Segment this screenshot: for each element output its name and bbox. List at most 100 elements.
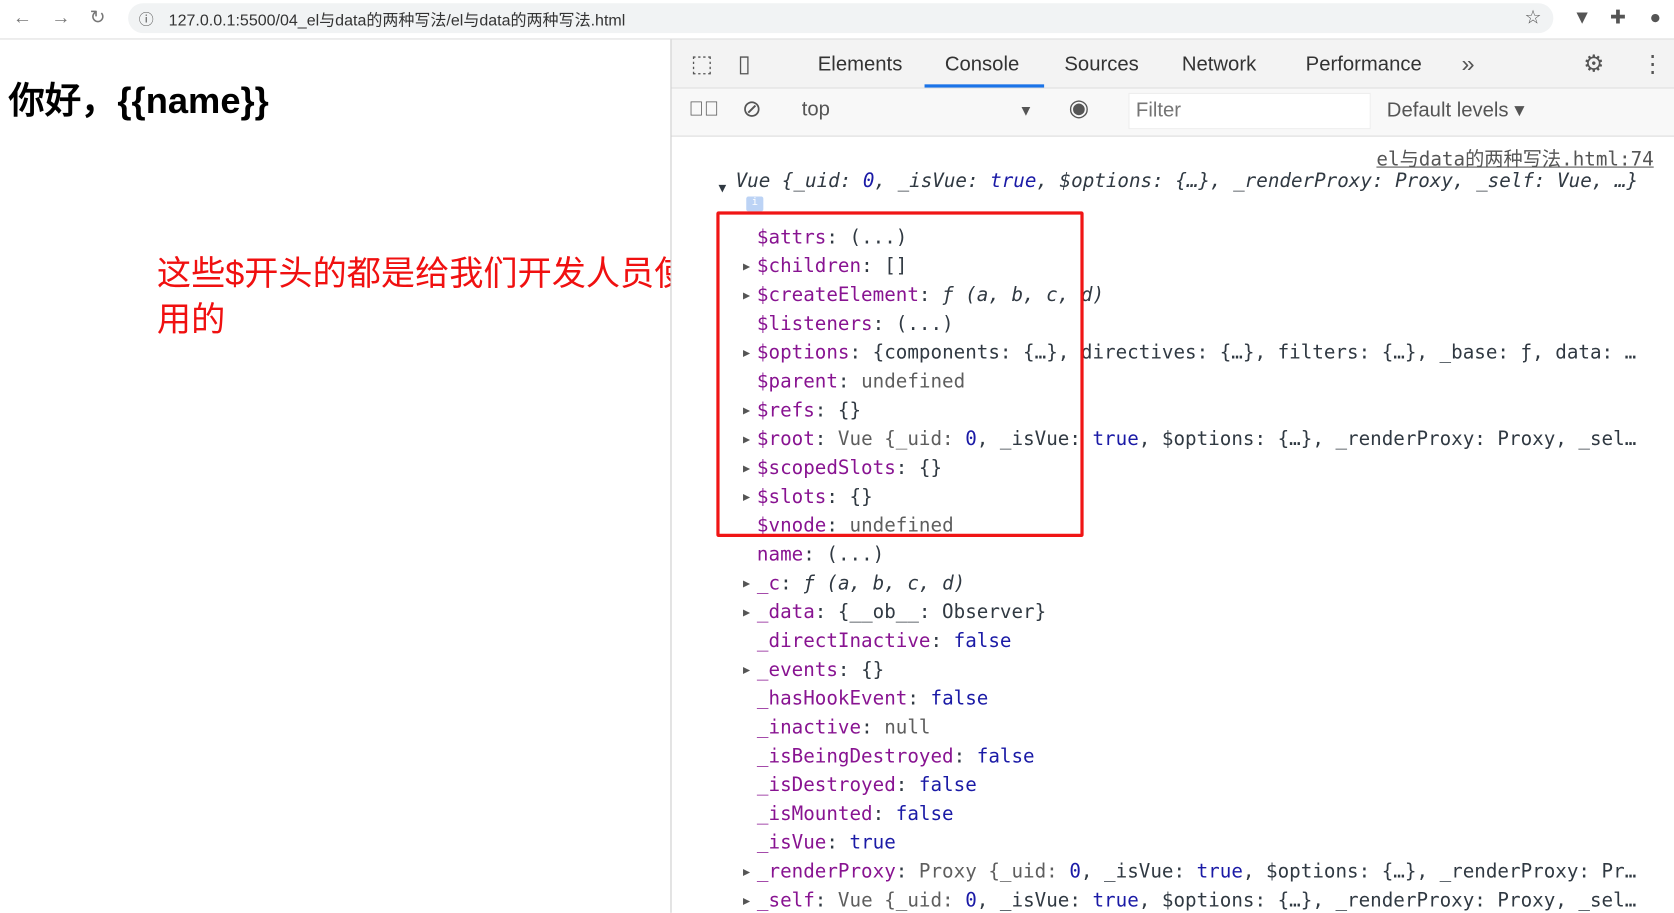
property-key: _data [756,601,815,624]
property-key: _renderProxy [756,860,896,883]
value-part: false [895,802,954,826]
value-part: Vue {_uid: [735,169,863,193]
device-toggle-icon[interactable]: ▯ [738,50,751,78]
sidebar-toggle-icon[interactable]: ▶⃞ [689,98,719,121]
separator: : [895,774,919,797]
forward-icon[interactable]: → [51,6,70,28]
info-icon[interactable]: ⓘ [139,9,154,30]
value-part: true [990,169,1037,193]
expand-triangle-icon[interactable]: ▶ [743,656,750,685]
url-field[interactable]: ⓘ 127.0.0.1:5500/04_el与data的两种写法/el与data… [128,3,1554,34]
value-part: , _isVue: [874,169,991,193]
value-part: , $options: {…}, _renderProxy: Proxy, _s… [1138,428,1637,451]
tab-performance[interactable]: Performance [1306,53,1422,76]
property-row[interactable]: ▶ _self: Vue {_uid: 0, _isVue: true, $opt… [743,886,1637,913]
context-dropdown-icon[interactable]: ▼ [1018,101,1033,118]
separator: : [953,745,977,768]
property-key: _isMounted [756,802,873,826]
expand-triangle-icon[interactable]: ▶ [743,857,750,886]
separator: : [814,889,838,912]
property-row[interactable]: ▶ _renderProxy: Proxy {_uid: 0, _isVue: t… [743,857,1637,886]
expand-triangle-icon[interactable]: ▶ [743,886,750,913]
property-row[interactable]: _inactive: null [757,713,931,742]
separator: : [803,543,827,566]
vue-object-summary[interactable]: ▼ Vue {_uid: 0, _isVue: true, $options: {… [718,169,1639,196]
clear-console-icon[interactable]: ⊘ [742,95,762,123]
property-row[interactable]: _isVue: true [757,828,896,857]
address-bar-area: ← → ↻ ⓘ 127.0.0.1:5500/04_el与data的两种写法/e… [0,0,1674,40]
value-part: false [918,774,977,797]
property-row[interactable]: ▶ _events: {} [743,656,885,685]
separator: : [872,802,896,826]
source-link[interactable]: el与data的两种写法.html:74 [1376,144,1653,172]
info-badge-icon: i [746,196,764,212]
value-part: false [953,629,1012,653]
value-part: 0 [965,889,977,912]
value-part: Vue {_uid: [837,889,966,912]
value-part: false [930,687,989,710]
value-part: null [884,716,931,739]
settings-gear-icon[interactable]: ⚙ [1583,50,1604,78]
highlight-box [716,211,1084,538]
property-row[interactable]: _directInactive: false [757,627,1012,656]
context-select[interactable]: top [802,98,830,121]
value-part: true [1196,860,1243,883]
property-key: _self [756,889,815,912]
bookmark-star-icon[interactable]: ☆ [1525,6,1542,28]
value-part: , _isVue: [976,889,1093,912]
filter-input[interactable] [1128,92,1371,130]
back-icon[interactable]: ← [13,6,32,28]
value-part: , _isVue: [1080,860,1197,883]
vue-extension-icon[interactable]: ▼ [1573,6,1592,28]
property-row[interactable]: _isDestroyed: false [757,771,977,800]
property-key: _isDestroyed [756,774,896,797]
property-row[interactable]: ▶ _c: ƒ (a, b, c, d) [743,569,965,598]
property-row[interactable]: name: (...) [757,540,884,569]
separator: : [895,860,919,883]
separator: : [826,831,850,855]
property-row[interactable]: _hasHookEvent: false [757,684,988,713]
value-part: (...) [826,543,885,566]
log-levels-dropdown[interactable]: Default levels ▾ [1387,98,1525,123]
value-part: , $options: {…}, _renderProxy: Pr… [1242,860,1637,883]
url-text[interactable]: 127.0.0.1:5500/04_el与data的两种写法/el与data的两… [169,9,626,31]
property-row[interactable]: _isMounted: false [757,800,954,829]
tab-elements[interactable]: Elements [818,53,903,76]
expand-triangle-icon[interactable]: ▶ [743,569,750,598]
value-part: {__ob__: Observer} [837,601,1047,624]
separator: : [814,601,838,624]
property-key: _hasHookEvent [756,687,908,710]
value-part: , $options: {…}, _renderProxy: Proxy, _s… [1036,169,1639,193]
separator: : [861,716,885,739]
property-key: name [756,543,804,566]
active-tab-indicator [924,84,1045,88]
annotation-text: 这些$开头的都是给我们开发人员使用的 [156,254,689,339]
property-row[interactable]: _isBeingDestroyed: false [757,742,1035,771]
reload-icon[interactable]: ↻ [90,6,106,28]
value-part: Proxy {_uid: [918,860,1070,883]
property-key: _isVue [756,831,827,855]
value-part: true [1092,428,1139,451]
value-part: {} [861,658,885,682]
property-key: _directInactive [756,629,931,653]
more-menu-icon[interactable]: ⋮ [1641,50,1664,78]
tab-sources[interactable]: Sources [1064,53,1138,76]
tab-network[interactable]: Network [1182,53,1256,76]
profile-icon[interactable]: ● [1649,6,1661,28]
property-row[interactable]: ▶ _data: {__ob__: Observer} [743,598,1047,627]
page-content: 你好，{{name}} [0,39,671,913]
console-toolbar: ▶⃞ ⊘ top ▼ ◉ Default levels ▾ [671,88,1674,137]
tab-console[interactable]: Console [945,53,1019,76]
property-key: _isBeingDestroyed [756,745,954,768]
value-part: , $options: {…}, _renderProxy: Proxy, _s… [1138,889,1637,912]
expanded-triangle-icon[interactable]: ▼ [718,180,726,195]
value-part: 0 [862,169,875,193]
page-heading: 你好，{{name}} [8,81,269,122]
live-expression-eye-icon[interactable]: ◉ [1069,94,1090,122]
expand-triangle-icon[interactable]: ▶ [743,598,750,627]
separator: : [930,629,954,653]
inspect-icon[interactable]: ⬚ [691,50,713,78]
separator: : [780,572,804,595]
more-tabs-icon[interactable]: » [1462,50,1475,78]
extensions-icon[interactable]: ✚ [1610,6,1626,28]
